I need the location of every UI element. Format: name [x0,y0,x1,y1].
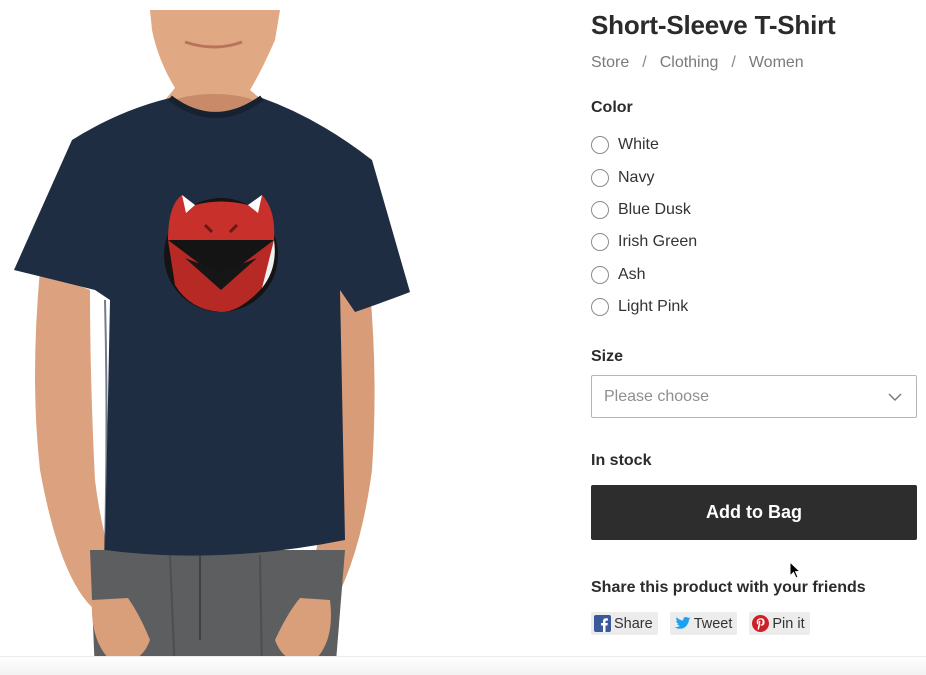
breadcrumb: Store / Clothing / Women [591,54,804,72]
product-image [0,0,430,674]
color-option-ash[interactable]: Ash [591,259,697,291]
color-label: Color [591,99,633,116]
radio-circle[interactable] [591,200,609,219]
twitter-tweet-button[interactable]: Tweet [669,612,738,635]
color-option-blue-dusk[interactable]: Blue Dusk [591,194,697,226]
chevron-down-icon [888,393,902,401]
facebook-share-label: Share [614,615,653,632]
radio-circle[interactable] [591,265,609,284]
color-option-white[interactable]: White [591,129,697,161]
pinterest-icon [752,615,770,632]
color-option-label: White [618,136,659,154]
size-select[interactable]: Please choose [591,375,917,418]
radio-circle[interactable] [591,298,609,317]
breadcrumb-store[interactable]: Store [591,54,629,71]
stock-status: In stock [591,452,652,469]
radio-circle[interactable] [591,168,609,187]
color-option-navy[interactable]: Navy [591,161,697,193]
size-label: Size [591,348,624,365]
share-buttons: Share Tweet Pin it [591,612,810,635]
breadcrumb-separator: / [642,54,647,71]
color-option-light-pink[interactable]: Light Pink [591,291,697,323]
pinterest-pin-label: Pin it [772,615,805,632]
facebook-icon [594,615,611,632]
radio-circle[interactable] [591,233,609,252]
color-option-label: Light Pink [618,298,689,316]
product-title: Short-Sleeve T-Shirt [591,10,836,40]
color-option-label: Blue Dusk [618,200,691,218]
add-to-bag-button[interactable]: Add to Bag [591,485,917,540]
share-heading: Share this product with your friends [591,579,866,596]
twitter-tweet-label: Tweet [693,615,733,632]
pinterest-pin-button[interactable]: Pin it [749,612,810,635]
twitter-icon [674,616,691,629]
color-option-label: Irish Green [618,233,698,251]
color-option-label: Ash [618,265,646,283]
color-option-irish-green[interactable]: Irish Green [591,226,697,258]
size-select-placeholder: Please choose [604,387,709,405]
breadcrumb-separator: / [731,54,736,71]
breadcrumb-clothing[interactable]: Clothing [660,54,719,71]
color-option-label: Navy [618,168,655,186]
facebook-share-button[interactable]: Share [591,612,658,635]
breadcrumb-women[interactable]: Women [749,54,804,71]
color-options: White Navy Blue Dusk Irish Green Ash Lig… [591,129,697,323]
radio-circle[interactable] [591,136,609,155]
page-bottom-edge [0,656,926,675]
mouse-cursor-icon [789,561,801,579]
